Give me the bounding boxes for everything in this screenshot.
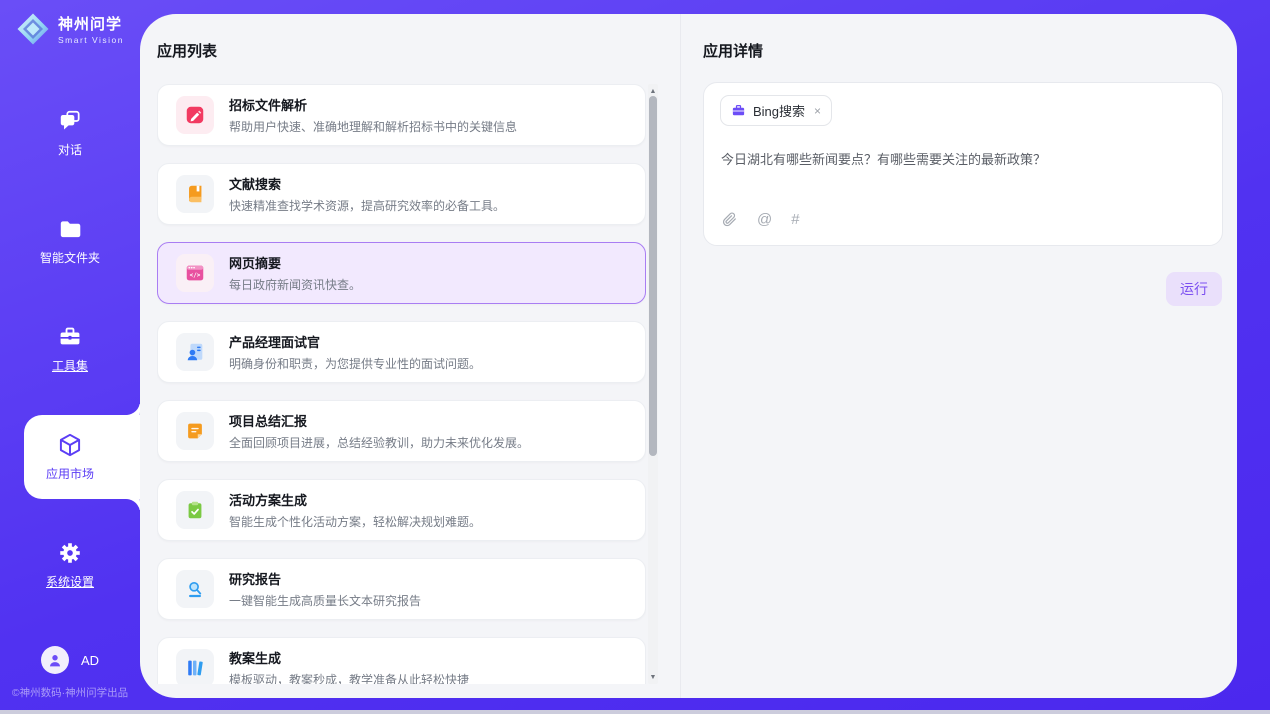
cube-icon <box>57 432 83 458</box>
sidebar-item-toolset[interactable]: 工具集 <box>0 316 140 382</box>
chat-icon <box>57 108 83 134</box>
app-title: 产品经理面试官 <box>229 332 481 351</box>
person-icon <box>46 651 64 669</box>
folder-icon <box>57 216 83 242</box>
app-card-project-summary[interactable]: 项目总结汇报 全面回顾项目进展，总结经验教训，助力未来优化发展。 <box>157 400 646 462</box>
app-desc: 每日政府新闻资讯快查。 <box>229 276 361 293</box>
app-desc: 一键智能生成高质量长文本研究报告 <box>229 592 421 609</box>
app-card-pm-interviewer[interactable]: 产品经理面试官 明确身份和职责，为您提供专业性的面试问题。 <box>157 321 646 383</box>
sidebar-item-label: 对话 <box>58 141 82 158</box>
user-initials: AD <box>81 653 99 668</box>
app-list-panel: 应用列表 招标文件解析 帮助用户快速、准确地理解和解析招标书中的关键信息 <box>140 14 681 698</box>
app-desc: 帮助用户快速、准确地理解和解析招标书中的关键信息 <box>229 118 517 135</box>
edit-doc-icon <box>176 96 214 134</box>
diamond-logo-icon <box>16 12 50 46</box>
sidebar-item-settings[interactable]: 系统设置 <box>0 532 140 598</box>
book-icon <box>176 175 214 213</box>
app-title: 研究报告 <box>229 569 421 588</box>
brand-logo: 神州问学 Smart Vision <box>0 12 140 46</box>
app-card-research-report[interactable]: 研究报告 一键智能生成高质量长文本研究报告 <box>157 558 646 620</box>
briefcase-icon <box>731 103 746 118</box>
avatar <box>41 646 69 674</box>
toolbox-icon <box>57 324 83 350</box>
chip-close-icon[interactable]: × <box>812 104 821 118</box>
prompt-card[interactable]: Bing搜索 × 今日湖北有哪些新闻要点？有哪些需要关注的最新政策？ @ # <box>703 82 1223 246</box>
app-desc: 智能生成个性化活动方案，轻松解决规划难题。 <box>229 513 481 530</box>
books-icon <box>176 649 214 684</box>
app-title: 项目总结汇报 <box>229 411 529 430</box>
sidebar-nav: 对话 智能文件夹 工具集 <box>0 100 140 640</box>
app-title: 网页摘要 <box>229 253 361 272</box>
app-list: 招标文件解析 帮助用户快速、准确地理解和解析招标书中的关键信息 文献搜索 快速精… <box>157 84 646 684</box>
sidebar-item-label: 应用市场 <box>46 465 94 482</box>
sidebar-item-label: 智能文件夹 <box>40 249 100 266</box>
note-icon <box>176 412 214 450</box>
hash-icon[interactable]: # <box>791 212 799 227</box>
scrollbar-up-arrow[interactable]: ▲ <box>648 86 658 96</box>
app-title: 活动方案生成 <box>229 490 481 509</box>
brand-name: 神州问学 <box>58 13 124 34</box>
app-card-web-summary[interactable]: </> 网页摘要 每日政府新闻资讯快查。 <box>157 242 646 304</box>
scrollbar-thumb[interactable] <box>649 96 657 456</box>
sidebar-item-chat[interactable]: 对话 <box>0 100 140 166</box>
clipboard-check-icon <box>176 491 214 529</box>
sidebar-item-label: 工具集 <box>52 357 88 374</box>
sidebar-item-smart-folder[interactable]: 智能文件夹 <box>0 208 140 274</box>
app-list-title: 应用列表 <box>157 40 217 61</box>
user-account[interactable]: AD <box>0 646 140 674</box>
tool-chip-label: Bing搜索 <box>753 101 805 120</box>
brand-subtitle: Smart Vision <box>58 35 124 45</box>
bottom-divider <box>0 710 1270 714</box>
research-icon <box>176 570 214 608</box>
app-card-event-plan[interactable]: 活动方案生成 智能生成个性化活动方案，轻松解决规划难题。 <box>157 479 646 541</box>
browser-code-icon: </> <box>176 254 214 292</box>
app-title: 文献搜索 <box>229 174 505 193</box>
sidebar-item-app-market[interactable]: 应用市场 <box>0 415 140 499</box>
paperclip-icon[interactable] <box>721 211 738 228</box>
interviewer-icon <box>176 333 214 371</box>
app-detail-title: 应用详情 <box>703 40 763 61</box>
app-desc: 明确身份和职责，为您提供专业性的面试问题。 <box>229 355 481 372</box>
sidebar: 神州问学 Smart Vision 对话 智能文件夹 <box>0 0 140 710</box>
list-scrollbar[interactable]: ▲ ▼ <box>648 84 658 684</box>
scrollbar-down-arrow[interactable]: ▼ <box>648 672 658 682</box>
app-card-literature-search[interactable]: 文献搜索 快速精准查找学术资源，提高研究效率的必备工具。 <box>157 163 646 225</box>
prompt-input[interactable]: 今日湖北有哪些新闻要点？有哪些需要关注的最新政策？ <box>721 149 1206 168</box>
app-title: 教案生成 <box>229 648 469 667</box>
composer-toolbar: @ # <box>721 211 800 228</box>
sidebar-item-label: 系统设置 <box>46 573 94 590</box>
copyright-text: ©神州数码·神州问学出品 <box>0 685 140 700</box>
app-desc: 模板驱动，教案秒成，教学准备从此轻松快捷 <box>229 671 469 684</box>
svg-text:</>: </> <box>190 272 201 279</box>
run-button[interactable]: 运行 <box>1166 272 1222 306</box>
app-card-bid-analysis[interactable]: 招标文件解析 帮助用户快速、准确地理解和解析招标书中的关键信息 <box>157 84 646 146</box>
app-detail-panel: 应用详情 Bing搜索 × 今日湖北有哪些新闻要点？有哪些需要关注的最新政策？ … <box>682 14 1237 698</box>
app-card-lesson-plan[interactable]: 教案生成 模板驱动，教案秒成，教学准备从此轻松快捷 <box>157 637 646 684</box>
app-title: 招标文件解析 <box>229 95 517 114</box>
tool-chip-bing-search[interactable]: Bing搜索 × <box>720 95 832 126</box>
gear-icon <box>57 540 83 566</box>
app-desc: 全面回顾项目进展，总结经验教训，助力未来优化发展。 <box>229 434 529 451</box>
at-icon[interactable]: @ <box>757 212 772 227</box>
main-content: 应用列表 招标文件解析 帮助用户快速、准确地理解和解析招标书中的关键信息 <box>140 14 1237 698</box>
app-desc: 快速精准查找学术资源，提高研究效率的必备工具。 <box>229 197 505 214</box>
